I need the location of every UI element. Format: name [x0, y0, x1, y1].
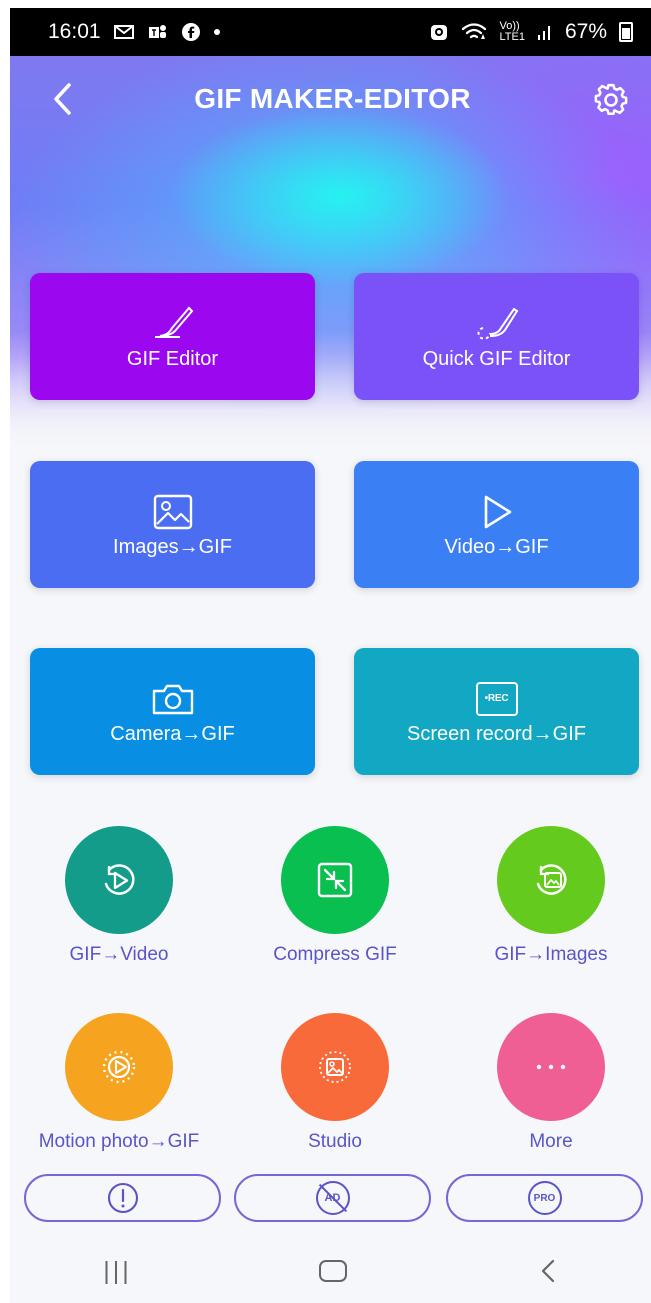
- volte-icon: Vo)) LTE1: [499, 21, 524, 43]
- more-label: More: [529, 1131, 573, 1152]
- recent-apps-icon: |||: [103, 1256, 132, 1285]
- gif-to-video-label: GIF→Video: [69, 944, 169, 965]
- pro-button[interactable]: PRO: [446, 1174, 643, 1222]
- quick-gif-editor-label: Quick GIF Editor: [422, 347, 571, 370]
- pro-icon: PRO: [527, 1181, 562, 1215]
- images-to-gif-tile[interactable]: Images→GIF: [30, 461, 315, 588]
- quick-gif-editor-tile[interactable]: Quick GIF Editor: [354, 273, 639, 400]
- settings-button[interactable]: [592, 81, 630, 119]
- studio-icon: [319, 1051, 351, 1083]
- gif-to-video-icon: [104, 864, 135, 895]
- gif-to-images-icon: [536, 864, 567, 895]
- dot-indicator: [213, 28, 221, 36]
- home-icon: [318, 1260, 347, 1282]
- gear-icon: [594, 83, 628, 116]
- camera-to-gif-label: Camera→GIF: [110, 722, 235, 745]
- more-tool[interactable]: More: [446, 1013, 651, 1163]
- battery-icon: [619, 22, 633, 42]
- compress-gif-label: Compress GIF: [273, 944, 397, 965]
- rec-badge: •REC: [475, 681, 518, 716]
- motion-photo-to-gif-label: Motion photo→GIF: [38, 1131, 200, 1152]
- gif-to-images-circle[interactable]: [497, 826, 605, 934]
- back-button[interactable]: [46, 82, 80, 116]
- motion-photo-circle[interactable]: [65, 1013, 173, 1121]
- video-to-gif-tile[interactable]: Video→GIF: [354, 461, 639, 588]
- phone-screen: 16:01 Vo)) LTE1 67% GIF MAKER-EDITOR GIF…: [10, 8, 651, 1303]
- no-ad-slash: [318, 1183, 347, 1213]
- no-ad-icon: AD: [315, 1181, 350, 1215]
- compress-gif-tool[interactable]: Compress GIF: [230, 826, 440, 976]
- more-icon: [536, 1064, 566, 1070]
- camera-icon: [151, 678, 195, 720]
- status-right: Vo)) LTE1 67%: [429, 20, 633, 44]
- status-bar: 16:01 Vo)) LTE1 67%: [10, 8, 651, 56]
- gif-to-images-label: GIF→Images: [494, 944, 608, 965]
- video-to-gif-label: Video→GIF: [444, 535, 549, 558]
- rec-icon: •REC: [475, 678, 518, 720]
- mail-icon: [113, 24, 135, 40]
- gif-to-images-tool[interactable]: GIF→Images: [446, 826, 651, 976]
- quick-brush-icon: [474, 303, 520, 345]
- page-title: GIF MAKER-EDITOR: [194, 83, 471, 114]
- screen-record-to-gif-label: Screen record→GIF: [407, 722, 586, 745]
- gif-editor-tile[interactable]: GIF Editor: [30, 273, 315, 400]
- images-to-gif-label: Images→GIF: [113, 535, 232, 558]
- image-icon: [152, 491, 194, 533]
- wifi-icon: [461, 21, 487, 43]
- compress-icon: [317, 862, 353, 898]
- motion-photo-icon: [102, 1050, 136, 1084]
- gif-to-video-circle[interactable]: [65, 826, 173, 934]
- app-bar: GIF MAKER-EDITOR: [10, 56, 651, 142]
- gif-editor-label: GIF Editor: [126, 347, 219, 370]
- remove-ads-button[interactable]: AD: [234, 1174, 431, 1222]
- camera-to-gif-tile[interactable]: Camera→GIF: [30, 648, 315, 775]
- home-button[interactable]: [268, 1246, 398, 1296]
- battery-text: 67%: [564, 20, 607, 43]
- more-circle[interactable]: [497, 1013, 605, 1121]
- system-back-button[interactable]: [483, 1246, 613, 1296]
- motion-photo-to-gif-tool[interactable]: Motion photo→GIF: [14, 1013, 224, 1163]
- studio-circle[interactable]: [281, 1013, 389, 1121]
- studio-label: Studio: [308, 1131, 362, 1152]
- facebook-icon: [181, 22, 201, 42]
- feedback-button[interactable]: [24, 1174, 221, 1222]
- pro-text: PRO: [533, 1192, 556, 1204]
- compress-gif-circle[interactable]: [281, 826, 389, 934]
- brush-icon: [150, 303, 196, 345]
- teams-icon: [147, 22, 169, 42]
- status-left: 16:01: [48, 20, 221, 44]
- system-navigation-bar: |||: [10, 1239, 651, 1303]
- back-arrow-icon: [54, 83, 71, 115]
- system-back-icon: [541, 1259, 554, 1283]
- status-time: 16:01: [48, 20, 101, 43]
- studio-tool[interactable]: Studio: [230, 1013, 440, 1163]
- lte-text: LTE1: [499, 31, 525, 43]
- play-icon: [479, 491, 515, 533]
- alarm-icon: [429, 22, 449, 42]
- signal-icon: [537, 23, 553, 41]
- recent-apps-button[interactable]: |||: [53, 1246, 183, 1296]
- exclamation-icon: [107, 1182, 138, 1214]
- screen-record-to-gif-tile[interactable]: •REC Screen record→GIF: [354, 648, 639, 775]
- gif-to-video-tool[interactable]: GIF→Video: [14, 826, 224, 976]
